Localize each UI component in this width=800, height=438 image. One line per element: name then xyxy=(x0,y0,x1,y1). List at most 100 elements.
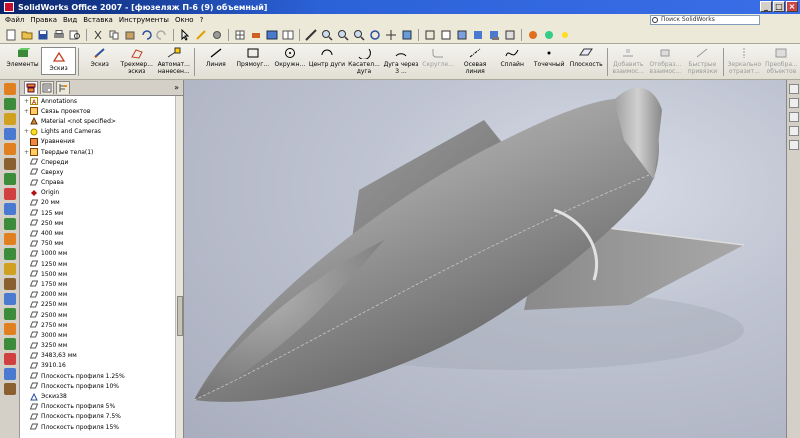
tree-item[interactable]: 1250 мм xyxy=(20,259,176,269)
sketch-relations-icon[interactable] xyxy=(249,28,263,42)
tree-item[interactable]: + A Annotations xyxy=(20,96,176,106)
zoom-in-out-icon[interactable] xyxy=(352,28,366,42)
measure-icon[interactable] xyxy=(304,28,318,42)
undo-icon[interactable] xyxy=(139,28,153,42)
grid-icon[interactable] xyxy=(233,28,247,42)
tree-item[interactable]: 1000 мм xyxy=(20,249,176,259)
tree-item[interactable]: 2000 мм xyxy=(20,290,176,300)
view-settings-icon[interactable] xyxy=(265,28,279,42)
tree-item[interactable]: Эскиз38 xyxy=(20,391,176,401)
feature-shortcut-icon[interactable] xyxy=(4,293,16,305)
tree-item[interactable]: 2750 мм xyxy=(20,320,176,330)
options-icon[interactable] xyxy=(210,28,224,42)
cmd-center-arc-button[interactable]: Центр дуги xyxy=(308,44,345,68)
feature-shortcut-icon[interactable] xyxy=(4,338,16,350)
tree-item[interactable]: + Связь проектов xyxy=(20,106,176,116)
wireframe-icon[interactable] xyxy=(423,28,437,42)
tree-item[interactable]: 400 мм xyxy=(20,228,176,238)
menu-insert[interactable]: Вставка xyxy=(80,16,116,24)
print-preview-icon[interactable] xyxy=(68,28,82,42)
photoworks-icon[interactable] xyxy=(542,28,556,42)
tree-item[interactable]: 3000 мм xyxy=(20,330,176,340)
solidworks-resources-tab[interactable] xyxy=(789,84,799,94)
feature-shortcut-icon[interactable] xyxy=(4,368,16,380)
tree-item[interactable]: 20 мм xyxy=(20,198,176,208)
cmd-line-button[interactable]: Линия xyxy=(197,44,234,68)
tree-item[interactable]: + Твердые тела(1) xyxy=(20,147,176,157)
feature-shortcut-icon[interactable] xyxy=(4,383,16,395)
maximize-button[interactable]: □ xyxy=(773,1,785,12)
tree-item[interactable]: 2500 мм xyxy=(20,310,176,320)
feature-shortcut-icon[interactable] xyxy=(4,233,16,245)
feature-shortcut-icon[interactable] xyxy=(4,188,16,200)
file-explorer-tab[interactable] xyxy=(789,112,799,122)
feature-shortcut-icon[interactable] xyxy=(4,203,16,215)
feature-shortcut-icon[interactable] xyxy=(4,83,16,95)
tree-item[interactable]: Сверху xyxy=(20,167,176,177)
cut-icon[interactable] xyxy=(91,28,105,42)
feature-shortcut-icon[interactable] xyxy=(4,353,16,365)
tree-item[interactable]: 1500 мм xyxy=(20,269,176,279)
scrollbar-thumb[interactable] xyxy=(177,296,183,336)
tree-item[interactable]: 750 мм xyxy=(20,239,176,249)
configuration-manager-tab[interactable] xyxy=(56,81,70,94)
section-view-icon[interactable] xyxy=(503,28,517,42)
minimize-button[interactable]: _ xyxy=(760,1,772,12)
open-folder-icon[interactable] xyxy=(20,28,34,42)
tree-item[interactable]: Уравнения xyxy=(20,137,176,147)
rebuild-icon[interactable] xyxy=(194,28,208,42)
pan-icon[interactable] xyxy=(384,28,398,42)
feature-manager-tab[interactable] xyxy=(24,81,38,94)
save-icon[interactable] xyxy=(36,28,50,42)
cmd-auto-dimension-button[interactable]: Автомат... нанесен... xyxy=(155,44,192,75)
rotate-view-icon[interactable] xyxy=(368,28,382,42)
tree-item[interactable]: Плоскость профиля 1.25% xyxy=(20,371,176,381)
tree-item[interactable]: 3250 мм xyxy=(20,341,176,351)
cmd-display-relations-button[interactable]: Отобраз... взаимос... xyxy=(647,44,684,75)
cmd-3d-sketch-button[interactable]: Трехмер... эскиз xyxy=(118,44,155,75)
tree-item[interactable]: Спереди xyxy=(20,157,176,167)
feature-tree-scrollbar[interactable] xyxy=(175,96,183,438)
menu-help[interactable]: ? xyxy=(197,16,207,24)
cmd-circle-button[interactable]: Окружн... xyxy=(271,44,308,68)
zoom-area-icon[interactable] xyxy=(336,28,350,42)
graphics-viewport[interactable] xyxy=(184,80,786,438)
select-arrow-icon[interactable] xyxy=(178,28,192,42)
menu-tools[interactable]: Инструменты xyxy=(116,16,172,24)
feature-shortcut-icon[interactable] xyxy=(4,98,16,110)
cmd-features-button[interactable]: Элементы xyxy=(4,44,41,68)
shaded-edges-icon[interactable] xyxy=(455,28,469,42)
feature-shortcut-icon[interactable] xyxy=(4,143,16,155)
menu-edit[interactable]: Правка xyxy=(27,16,60,24)
tree-item[interactable]: 3483,63 мм xyxy=(20,351,176,361)
layout-icon[interactable] xyxy=(281,28,295,42)
hidden-lines-icon[interactable] xyxy=(439,28,453,42)
tree-item[interactable]: Справа xyxy=(20,178,176,188)
print-icon[interactable] xyxy=(52,28,66,42)
cmd-plane-button[interactable]: Плоскость xyxy=(568,44,605,68)
tree-item[interactable]: 250 мм xyxy=(20,218,176,228)
new-document-icon[interactable] xyxy=(4,28,18,42)
cmd-quick-snaps-button[interactable]: Быстрые привязки xyxy=(684,44,721,75)
expand-panel-icon[interactable]: » xyxy=(174,83,179,92)
feature-shortcut-icon[interactable] xyxy=(4,128,16,140)
view-palette-tab[interactable] xyxy=(789,126,799,136)
feature-shortcut-icon[interactable] xyxy=(4,248,16,260)
appearances-tab[interactable] xyxy=(789,140,799,150)
design-library-tab[interactable] xyxy=(789,98,799,108)
zoom-to-fit-icon[interactable] xyxy=(320,28,334,42)
tree-item[interactable]: Плоскость профиля 10% xyxy=(20,381,176,391)
tree-item[interactable]: + Lights and Cameras xyxy=(20,127,176,137)
cmd-fillet-button[interactable]: Скругле... xyxy=(420,44,457,68)
cmd-rectangle-button[interactable]: Прямоуг... xyxy=(234,44,271,68)
view-orientation-icon[interactable] xyxy=(400,28,414,42)
cmd-spline-button[interactable]: Сплайн xyxy=(494,44,531,68)
close-button[interactable]: × xyxy=(786,1,798,12)
cmd-sketch-button[interactable]: Эскиз xyxy=(41,47,77,75)
cmd-centerline-button[interactable]: Осевая линия xyxy=(457,44,494,75)
tree-item[interactable]: Material <not specified> xyxy=(20,116,176,126)
copy-icon[interactable] xyxy=(107,28,121,42)
feature-shortcut-icon[interactable] xyxy=(4,113,16,125)
shadows-icon[interactable] xyxy=(487,28,501,42)
cmd-3point-arc-button[interactable]: Дуга через 3 ... xyxy=(383,44,420,75)
